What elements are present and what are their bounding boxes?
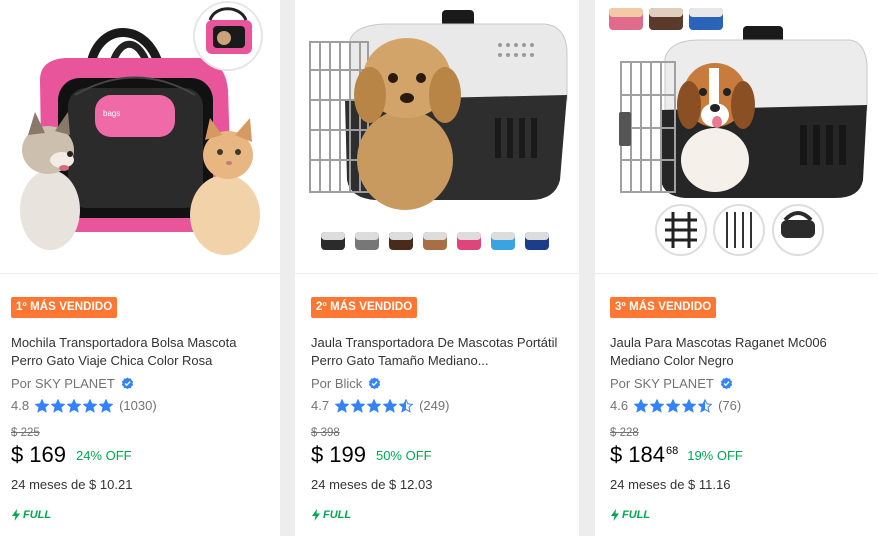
original-price: $ 398 bbox=[311, 427, 340, 439]
star-half-icon bbox=[399, 398, 414, 413]
full-label: FULL bbox=[323, 509, 352, 521]
product-card[interactable]: 2º MÁS VENDIDO Jaula Transportadora De M… bbox=[295, 0, 579, 536]
lightning-icon bbox=[12, 509, 20, 521]
seller-info: Por SKY PLANET bbox=[11, 375, 134, 392]
rating-value: 4.8 bbox=[11, 398, 30, 413]
installments: 24 meses de $ 12.03 bbox=[311, 477, 433, 492]
star-rating bbox=[634, 398, 713, 413]
lightning-icon bbox=[611, 509, 619, 521]
seller-info: Por SKY PLANET bbox=[610, 375, 733, 392]
original-price: $ 225 bbox=[11, 427, 40, 439]
currency-symbol: $ bbox=[610, 442, 623, 467]
review-count: (76) bbox=[718, 398, 742, 413]
review-count: (249) bbox=[419, 398, 450, 413]
star-full-icon bbox=[67, 398, 82, 413]
seller-name: Por SKY PLANET bbox=[610, 376, 714, 391]
product-card[interactable]: 3º MÁS VENDIDO Jaula Para Mascotas Ragan… bbox=[595, 0, 878, 536]
current-price: $ 199 50% OFF bbox=[311, 440, 432, 470]
discount-label: 24% OFF bbox=[75, 448, 132, 463]
svg-text:bags: bags bbox=[103, 109, 120, 118]
verified-icon bbox=[121, 377, 133, 390]
star-full-icon bbox=[367, 398, 382, 413]
seller-name: Por Blick bbox=[311, 376, 363, 391]
currency-symbol: $ bbox=[11, 442, 24, 467]
star-full-icon bbox=[51, 398, 66, 413]
pet-crate-beagle-image bbox=[595, 0, 878, 273]
product-image[interactable]: bags bbox=[0, 0, 280, 274]
currency-symbol: $ bbox=[311, 442, 324, 467]
star-rating bbox=[335, 398, 414, 413]
product-title[interactable]: Jaula Transportadora De Mascotas Portáti… bbox=[311, 334, 561, 370]
discount-label: 19% OFF bbox=[687, 448, 743, 463]
star-rating bbox=[35, 398, 114, 413]
star-full-icon bbox=[35, 398, 50, 413]
lightning-icon bbox=[312, 509, 320, 521]
star-full-icon bbox=[650, 398, 665, 413]
current-price: $ 169 24% OFF bbox=[11, 440, 132, 470]
review-count: (1030) bbox=[119, 398, 157, 413]
price-amount: 184 bbox=[628, 442, 665, 467]
full-label: FULL bbox=[23, 509, 52, 521]
best-seller-badge: 3º MÁS VENDIDO bbox=[610, 297, 717, 318]
full-shipping-badge: FULL bbox=[311, 509, 351, 521]
star-full-icon bbox=[383, 398, 398, 413]
product-image[interactable] bbox=[295, 0, 579, 274]
star-full-icon bbox=[666, 398, 681, 413]
star-full-icon bbox=[351, 398, 366, 413]
price-cents: 68 bbox=[665, 445, 679, 457]
rating-row: 4.7 (249) bbox=[311, 397, 449, 414]
pet-crate-image bbox=[295, 0, 579, 273]
seller-info: Por Blick bbox=[311, 375, 381, 392]
discount-label: 50% OFF bbox=[375, 448, 432, 463]
rating-value: 4.6 bbox=[610, 398, 629, 413]
rating-value: 4.7 bbox=[311, 398, 330, 413]
star-full-icon bbox=[634, 398, 649, 413]
full-shipping-badge: FULL bbox=[11, 509, 51, 521]
full-shipping-badge: FULL bbox=[610, 509, 650, 521]
product-title[interactable]: Mochila Transportadora Bolsa Mascota Per… bbox=[11, 334, 261, 370]
pink-pet-carrier-image: bags bbox=[0, 0, 280, 273]
star-full-icon bbox=[682, 398, 697, 413]
verified-icon bbox=[369, 377, 381, 390]
rating-row: 4.8 (1030) bbox=[11, 397, 157, 414]
full-label: FULL bbox=[622, 509, 651, 521]
current-price: $ 184 68 19% OFF bbox=[610, 440, 743, 470]
installments: 24 meses de $ 11.16 bbox=[610, 477, 731, 492]
star-full-icon bbox=[99, 398, 114, 413]
star-half-icon bbox=[698, 398, 713, 413]
price-amount: 199 bbox=[329, 442, 366, 467]
star-full-icon bbox=[83, 398, 98, 413]
seller-name: Por SKY PLANET bbox=[11, 376, 115, 391]
verified-icon bbox=[720, 377, 732, 390]
product-card[interactable]: bags 1º MÁS VENDIDO Mochila Transportado… bbox=[0, 0, 280, 536]
rating-row: 4.6 (76) bbox=[610, 397, 741, 414]
installments: 24 meses de $ 10.21 bbox=[11, 477, 133, 492]
best-seller-badge: 2º MÁS VENDIDO bbox=[311, 297, 418, 318]
original-price: $ 228 bbox=[610, 427, 639, 439]
price-amount: 169 bbox=[29, 442, 66, 467]
star-full-icon bbox=[335, 398, 350, 413]
product-title[interactable]: Jaula Para Mascotas Raganet Mc006 Median… bbox=[610, 334, 860, 370]
product-image[interactable] bbox=[595, 0, 878, 274]
best-seller-badge: 1º MÁS VENDIDO bbox=[11, 297, 118, 318]
